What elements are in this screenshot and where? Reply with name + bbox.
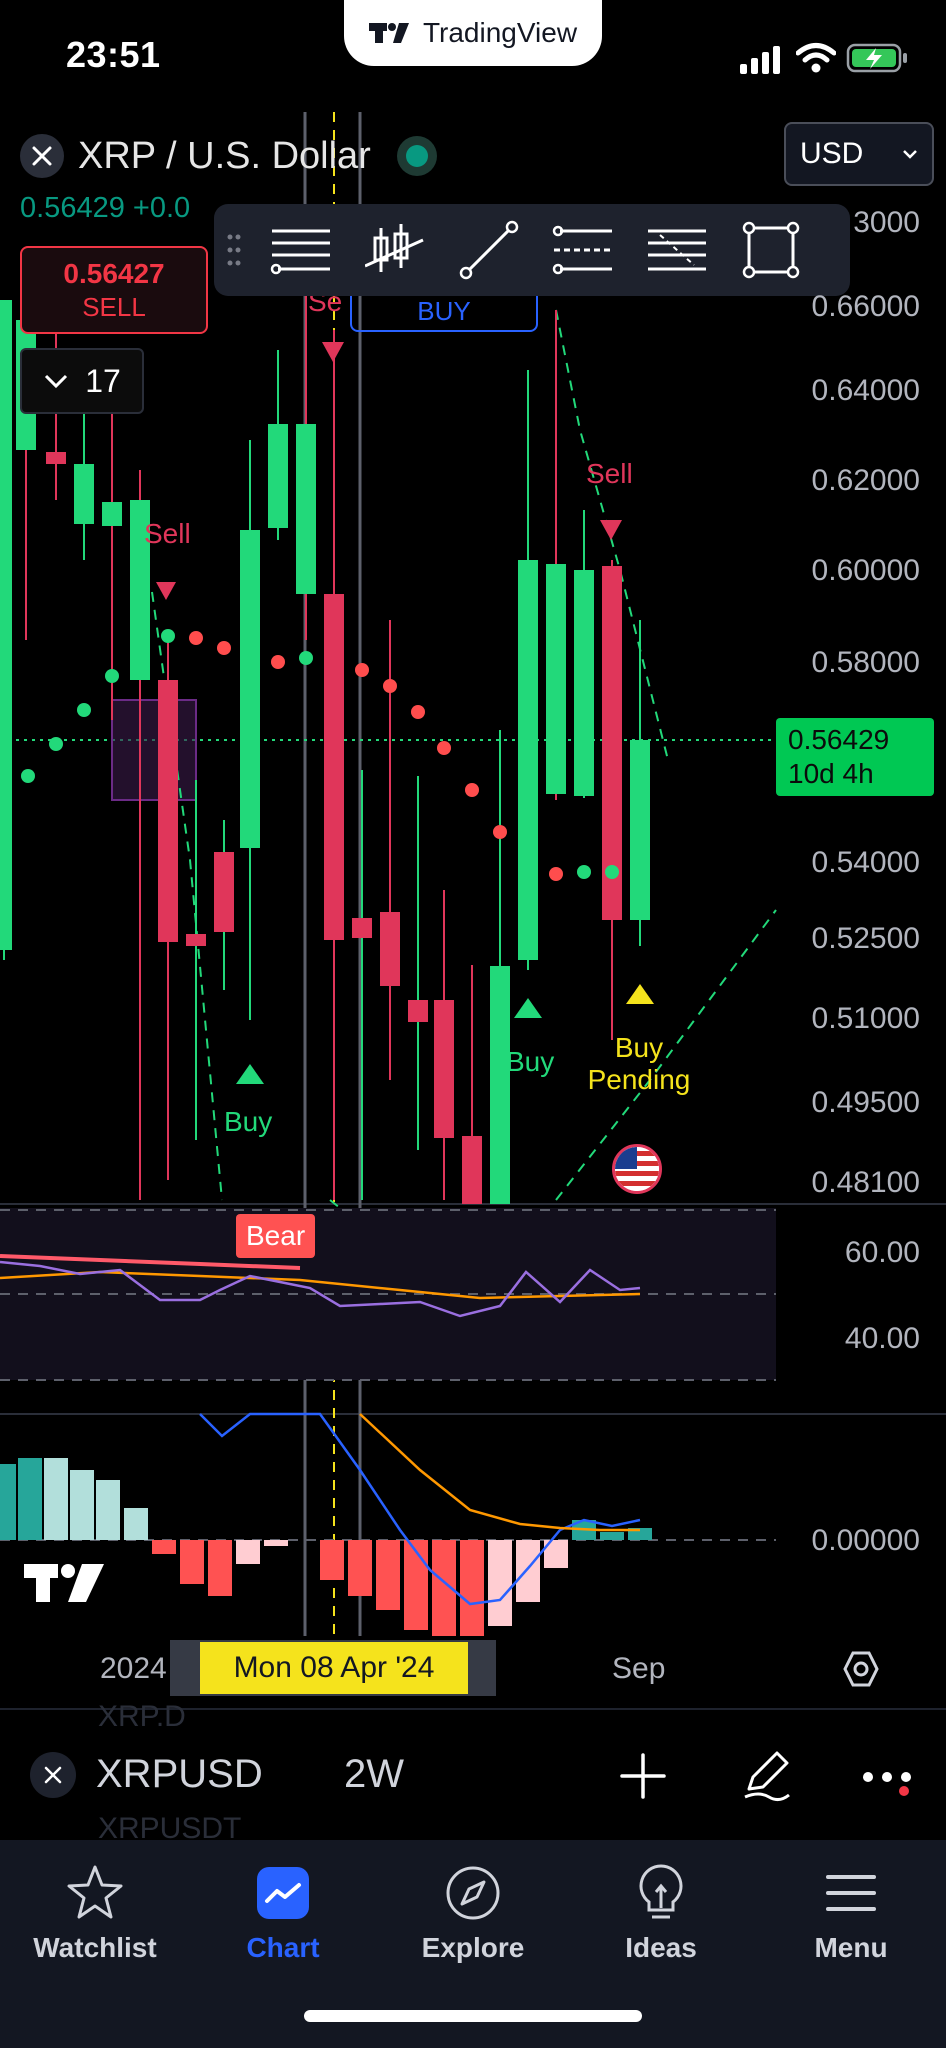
star-icon bbox=[67, 1865, 123, 1919]
hexagon-settings-icon bbox=[843, 1651, 879, 1687]
interval-count: 17 bbox=[85, 362, 121, 399]
price-axis-label: 0.64000 bbox=[811, 374, 920, 407]
battery-charging-icon bbox=[846, 43, 907, 73]
tool-parallel-channel[interactable] bbox=[536, 204, 630, 296]
currency-value: USD bbox=[800, 137, 864, 170]
lightbulb-icon bbox=[639, 1864, 683, 1919]
rsi-lower-label: 40.00 bbox=[844, 1322, 920, 1355]
drag-handle[interactable] bbox=[214, 204, 254, 296]
tab-bar: Watchlist Chart Explore Ideas Menu bbox=[0, 1840, 946, 2048]
buy-signal-label: Buy bbox=[224, 1106, 273, 1137]
chevron-down-icon bbox=[903, 150, 917, 159]
sell-button[interactable]: 0.56427 SELL bbox=[20, 246, 208, 334]
tool-fib-retracement[interactable] bbox=[630, 204, 724, 296]
rsi-upper-label: 60.00 bbox=[844, 1236, 920, 1269]
price-axis-label: 0.54000 bbox=[811, 846, 920, 879]
bear-label: Bear bbox=[236, 1214, 316, 1258]
tab-label: Menu bbox=[814, 1932, 888, 1963]
ghost-symbol-above[interactable]: XRP.D bbox=[98, 1700, 186, 1734]
macd-zero-label: 0.00000 bbox=[811, 1524, 920, 1557]
close-icon bbox=[32, 146, 52, 166]
tab-chart[interactable]: Chart bbox=[188, 1858, 378, 1978]
fib-retracement-icon bbox=[648, 229, 706, 271]
price-axis-label: 0.60000 bbox=[811, 554, 920, 587]
interval-toggle[interactable]: 17 bbox=[20, 348, 144, 414]
sell-price: 0.56427 bbox=[63, 257, 165, 289]
tab-explore[interactable]: Explore bbox=[378, 1858, 568, 1978]
price-axis-label: 0.48100 bbox=[811, 1166, 920, 1199]
add-button[interactable] bbox=[610, 1746, 676, 1806]
remove-symbol-button[interactable] bbox=[30, 1752, 76, 1798]
drag-handle-icon bbox=[227, 234, 241, 266]
sell-label: SELL bbox=[82, 291, 146, 322]
interval-selector[interactable]: 2W bbox=[344, 1752, 404, 1797]
close-icon bbox=[44, 1766, 62, 1784]
buy-button[interactable]: BUY bbox=[350, 292, 538, 332]
last-price-label: 0.56429 10d 4h bbox=[776, 718, 934, 796]
symbol-title[interactable]: XRP / U.S. Dollar bbox=[78, 135, 371, 178]
candle-pattern-icon bbox=[365, 224, 424, 272]
tradingview-pill: TradingView bbox=[344, 0, 602, 66]
price-axis-label-partial: 3000 bbox=[853, 206, 920, 239]
tool-horizontal-lines[interactable] bbox=[254, 204, 348, 296]
tab-menu[interactable]: Menu bbox=[756, 1858, 946, 1978]
horizontal-lines-icon bbox=[270, 229, 330, 275]
us-flag-event-icon[interactable] bbox=[612, 1144, 662, 1194]
status-bar: 23:51 TradingView bbox=[0, 0, 946, 110]
compass-icon bbox=[446, 1866, 500, 1920]
price-axis-label: 0.66000 bbox=[811, 290, 920, 323]
tab-watchlist[interactable]: Watchlist bbox=[0, 1858, 190, 1978]
tradingview-watermark-icon bbox=[24, 1564, 104, 1602]
tab-label: Ideas bbox=[625, 1932, 697, 1963]
pen-icon bbox=[744, 1751, 790, 1802]
wifi-icon bbox=[796, 43, 836, 73]
rectangle-drawing bbox=[111, 699, 197, 801]
time-axis-year: 2024 bbox=[100, 1652, 167, 1685]
tool-rectangle[interactable] bbox=[724, 204, 818, 296]
sell-signal-label: Sell bbox=[586, 458, 633, 489]
price-axis-label: 0.49500 bbox=[811, 1086, 920, 1119]
close-symbol-button[interactable] bbox=[20, 134, 64, 178]
buy-signal-label: Buy bbox=[506, 1046, 555, 1077]
sell-signal-label: Sell bbox=[144, 518, 191, 549]
drawing-tools-button[interactable] bbox=[734, 1742, 800, 1808]
buy-label: BUY bbox=[417, 295, 471, 326]
hamburger-icon bbox=[826, 1875, 876, 1911]
symbol-name[interactable]: XRPUSD bbox=[96, 1752, 263, 1797]
parallel-channel-icon bbox=[552, 225, 612, 275]
tradingview-logo-icon bbox=[368, 23, 409, 43]
price-axis-label: 0.51000 bbox=[811, 1002, 920, 1035]
price-change: 0.56429 +0.0 bbox=[20, 192, 191, 224]
chevron-down-icon bbox=[45, 374, 68, 389]
trend-line-icon bbox=[459, 220, 519, 280]
home-indicator bbox=[304, 2010, 642, 2022]
tab-label: Watchlist bbox=[33, 1932, 157, 1963]
price-axis-label: 0.52500 bbox=[811, 922, 920, 955]
status-time: 23:51 bbox=[66, 34, 161, 75]
price-axis-label: 0.58000 bbox=[811, 646, 920, 679]
rectangle-icon bbox=[742, 221, 800, 279]
drawing-toolbar bbox=[214, 204, 850, 296]
plus-icon bbox=[620, 1753, 666, 1799]
market-status-indicator[interactable] bbox=[396, 136, 437, 176]
tab-label: Chart bbox=[246, 1932, 320, 1963]
crosshair-date-label: Mon 08 Apr '24 bbox=[200, 1642, 468, 1694]
more-dots-icon bbox=[863, 1772, 911, 1796]
tool-candle-pattern[interactable] bbox=[348, 204, 442, 296]
chart-icon bbox=[257, 1867, 309, 1919]
tradingview-brand-name: TradingView bbox=[422, 17, 578, 48]
price-axis-label: 0.62000 bbox=[811, 464, 920, 497]
cellular-signal-icon bbox=[740, 46, 780, 74]
tab-ideas[interactable]: Ideas bbox=[566, 1858, 756, 1978]
currency-select[interactable]: USD bbox=[784, 122, 934, 186]
symbol-header: XRP / U.S. Dollar bbox=[20, 128, 437, 184]
more-options-button[interactable] bbox=[854, 1750, 920, 1810]
tab-label: Explore bbox=[421, 1932, 525, 1963]
time-axis-month: Sep bbox=[612, 1652, 666, 1685]
bar-countdown: 10d 4h bbox=[788, 758, 874, 789]
buy-pending-label: Buy Pending bbox=[587, 1032, 691, 1095]
tool-trend-line[interactable] bbox=[442, 204, 536, 296]
last-price-value: 0.56429 bbox=[788, 724, 890, 755]
chart-settings-button[interactable] bbox=[836, 1644, 886, 1694]
